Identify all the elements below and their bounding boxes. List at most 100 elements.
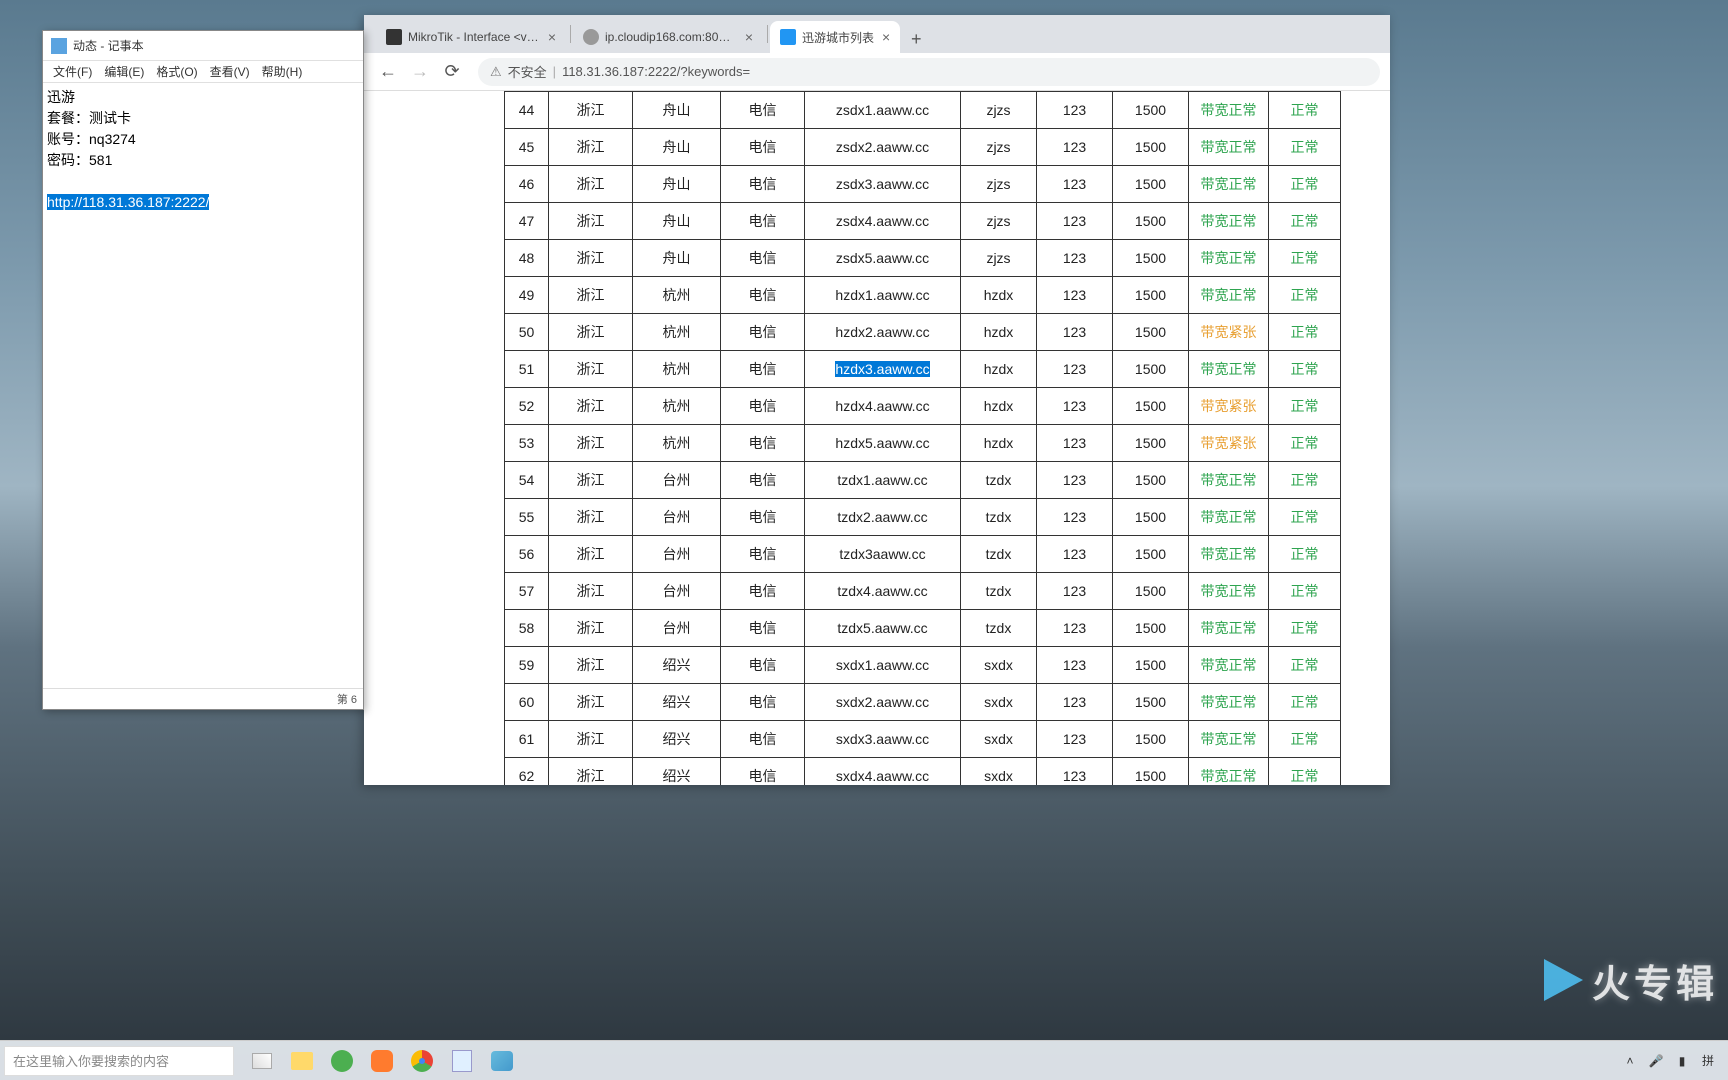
table-row[interactable]: 48浙江舟山电信zsdx5.aaww.cczjzs1231500带宽正常正常 <box>505 240 1341 277</box>
cell-password: 123 <box>1037 203 1113 240</box>
chrome-icon[interactable] <box>406 1045 438 1077</box>
notepad-textarea[interactable]: 迅游 套餐：测试卡 账号：nq3274 密码：581 http://118.31… <box>43 83 363 217</box>
cell-domain[interactable]: sxdx3.aaww.cc <box>805 721 961 758</box>
task-view-button[interactable] <box>246 1045 278 1077</box>
table-row[interactable]: 61浙江绍兴电信sxdx3.aaww.ccsxdx1231500带宽正常正常 <box>505 721 1341 758</box>
tab-xunyou[interactable]: 迅游城市列表 × <box>770 21 900 53</box>
cell-isp: 电信 <box>721 721 805 758</box>
menu-help[interactable]: 帮助(H) <box>256 63 309 80</box>
table-row[interactable]: 49浙江杭州电信hzdx1.aaww.cchzdx1231500带宽正常正常 <box>505 277 1341 314</box>
table-row[interactable]: 50浙江杭州电信hzdx2.aaww.cchzdx1231500带宽紧张正常 <box>505 314 1341 351</box>
cell-city: 绍兴 <box>633 758 721 786</box>
table-row[interactable]: 47浙江舟山电信zsdx4.aaww.cczjzs1231500带宽正常正常 <box>505 203 1341 240</box>
cell-value: 1500 <box>1113 166 1189 203</box>
table-row[interactable]: 57浙江台州电信tzdx4.aaww.cctzdx1231500带宽正常正常 <box>505 573 1341 610</box>
cell-value: 1500 <box>1113 277 1189 314</box>
menu-file[interactable]: 文件(F) <box>47 63 98 80</box>
favicon-icon <box>386 29 402 45</box>
table-row[interactable]: 53浙江杭州电信hzdx5.aaww.cchzdx1231500带宽紧张正常 <box>505 425 1341 462</box>
table-row[interactable]: 62浙江绍兴电信sxdx4.aaww.ccsxdx1231500带宽正常正常 <box>505 758 1341 786</box>
browser-window[interactable]: MikroTik - Interface <vpn-out × ip.cloud… <box>364 15 1390 785</box>
notepad-window[interactable]: 动态 - 记事本 文件(F) 编辑(E) 格式(O) 查看(V) 帮助(H) 迅… <box>42 30 364 710</box>
table-row[interactable]: 44浙江舟山电信zsdx1.aaww.cczjzs1231500带宽正常正常 <box>505 92 1341 129</box>
table-row[interactable]: 46浙江舟山电信zsdx3.aaww.cczjzs1231500带宽正常正常 <box>505 166 1341 203</box>
cell-province: 浙江 <box>549 388 633 425</box>
cell-domain[interactable]: sxdx2.aaww.cc <box>805 684 961 721</box>
chevron-up-icon[interactable]: ˄ <box>1622 1053 1638 1069</box>
reload-button[interactable]: ⟳ <box>438 58 466 86</box>
menu-edit[interactable]: 编辑(E) <box>98 63 150 80</box>
cell-domain[interactable]: tzdx3aaww.cc <box>805 536 961 573</box>
table-row[interactable]: 55浙江台州电信tzdx2.aaww.cctzdx1231500带宽正常正常 <box>505 499 1341 536</box>
cell-value: 1500 <box>1113 351 1189 388</box>
cell-domain[interactable]: tzdx1.aaww.cc <box>805 462 961 499</box>
cell-domain[interactable]: hzdx3.aaww.cc <box>805 351 961 388</box>
taskbar[interactable]: 在这里输入你要搜索的内容 ˄ 🎤 ▮ 拼 <box>0 1040 1728 1080</box>
cell-domain[interactable]: zsdx1.aaww.cc <box>805 92 961 129</box>
table-row[interactable]: 58浙江台州电信tzdx5.aaww.cctzdx1231500带宽正常正常 <box>505 610 1341 647</box>
cell-province: 浙江 <box>549 536 633 573</box>
browser-viewport[interactable]: 44浙江舟山电信zsdx1.aaww.cczjzs1231500带宽正常正常45… <box>364 91 1390 785</box>
cell-domain[interactable]: zsdx2.aaww.cc <box>805 129 961 166</box>
table-row[interactable]: 60浙江绍兴电信sxdx2.aaww.ccsxdx1231500带宽正常正常 <box>505 684 1341 721</box>
cell-domain[interactable]: zsdx5.aaww.cc <box>805 240 961 277</box>
address-bar[interactable]: ⚠ 不安全 | 118.31.36.187:2222/?keywords= <box>478 58 1380 86</box>
close-icon[interactable]: × <box>548 29 556 45</box>
cell-isp: 电信 <box>721 684 805 721</box>
image-app-icon[interactable] <box>486 1045 518 1077</box>
cell-domain[interactable]: hzdx1.aaww.cc <box>805 277 961 314</box>
cell-isp: 电信 <box>721 647 805 684</box>
cell-status: 正常 <box>1269 647 1341 684</box>
notepad-menubar[interactable]: 文件(F) 编辑(E) 格式(O) 查看(V) 帮助(H) <box>43 61 363 83</box>
cell-domain[interactable]: hzdx2.aaww.cc <box>805 314 961 351</box>
taskbar-search[interactable]: 在这里输入你要搜索的内容 <box>4 1046 234 1076</box>
close-icon[interactable]: × <box>745 29 753 45</box>
app-orange-icon[interactable] <box>366 1045 398 1077</box>
cell-city: 台州 <box>633 573 721 610</box>
cell-domain[interactable]: hzdx5.aaww.cc <box>805 425 961 462</box>
cell-value: 1500 <box>1113 758 1189 786</box>
cell-province: 浙江 <box>549 573 633 610</box>
back-button[interactable]: ← <box>374 58 402 86</box>
cell-province: 浙江 <box>549 203 633 240</box>
cell-status: 正常 <box>1269 721 1341 758</box>
tab-cloudip[interactable]: ip.cloudip168.com:8000/ip.ph × <box>573 21 763 53</box>
battery-icon[interactable]: ▮ <box>1674 1053 1690 1069</box>
notepad-taskbar-icon[interactable] <box>446 1045 478 1077</box>
menu-view[interactable]: 查看(V) <box>204 63 256 80</box>
cell-user: zjzs <box>961 203 1037 240</box>
table-row[interactable]: 45浙江舟山电信zsdx2.aaww.cczjzs1231500带宽正常正常 <box>505 129 1341 166</box>
table-row[interactable]: 51浙江杭州电信hzdx3.aaww.cchzdx1231500带宽正常正常 <box>505 351 1341 388</box>
cell-domain[interactable]: zsdx4.aaww.cc <box>805 203 961 240</box>
file-explorer-icon[interactable] <box>286 1045 318 1077</box>
cell-domain[interactable]: tzdx5.aaww.cc <box>805 610 961 647</box>
cell-domain[interactable]: tzdx4.aaww.cc <box>805 573 961 610</box>
360-browser-icon[interactable] <box>326 1045 358 1077</box>
cell-domain[interactable]: tzdx2.aaww.cc <box>805 499 961 536</box>
ime-icon[interactable]: 拼 <box>1700 1053 1716 1069</box>
cell-province: 浙江 <box>549 314 633 351</box>
cell-domain[interactable]: sxdx4.aaww.cc <box>805 758 961 786</box>
tab-mikrotik[interactable]: MikroTik - Interface <vpn-out × <box>376 21 566 53</box>
table-row[interactable]: 52浙江杭州电信hzdx4.aaww.cchzdx1231500带宽紧张正常 <box>505 388 1341 425</box>
cell-domain[interactable]: hzdx4.aaww.cc <box>805 388 961 425</box>
tab-strip[interactable]: MikroTik - Interface <vpn-out × ip.cloud… <box>364 15 1390 53</box>
forward-button[interactable]: → <box>406 58 434 86</box>
table-row[interactable]: 56浙江台州电信tzdx3aaww.cctzdx1231500带宽正常正常 <box>505 536 1341 573</box>
close-icon[interactable]: × <box>882 29 890 45</box>
cell-status: 正常 <box>1269 203 1341 240</box>
browser-toolbar: ← → ⟳ ⚠ 不安全 | 118.31.36.187:2222/?keywor… <box>364 53 1390 91</box>
cell-index: 51 <box>505 351 549 388</box>
menu-format[interactable]: 格式(O) <box>150 63 203 80</box>
notepad-selected-url[interactable]: http://118.31.36.187:2222/ <box>47 194 209 210</box>
system-tray[interactable]: ˄ 🎤 ▮ 拼 <box>1622 1053 1728 1069</box>
cell-domain[interactable]: zsdx3.aaww.cc <box>805 166 961 203</box>
new-tab-button[interactable]: + <box>902 25 930 53</box>
cell-bandwidth: 带宽正常 <box>1189 166 1269 203</box>
notepad-titlebar[interactable]: 动态 - 记事本 <box>43 31 363 61</box>
cell-domain[interactable]: sxdx1.aaww.cc <box>805 647 961 684</box>
table-row[interactable]: 59浙江绍兴电信sxdx1.aaww.ccsxdx1231500带宽正常正常 <box>505 647 1341 684</box>
cell-user: tzdx <box>961 610 1037 647</box>
microphone-icon[interactable]: 🎤 <box>1648 1053 1664 1069</box>
table-row[interactable]: 54浙江台州电信tzdx1.aaww.cctzdx1231500带宽正常正常 <box>505 462 1341 499</box>
